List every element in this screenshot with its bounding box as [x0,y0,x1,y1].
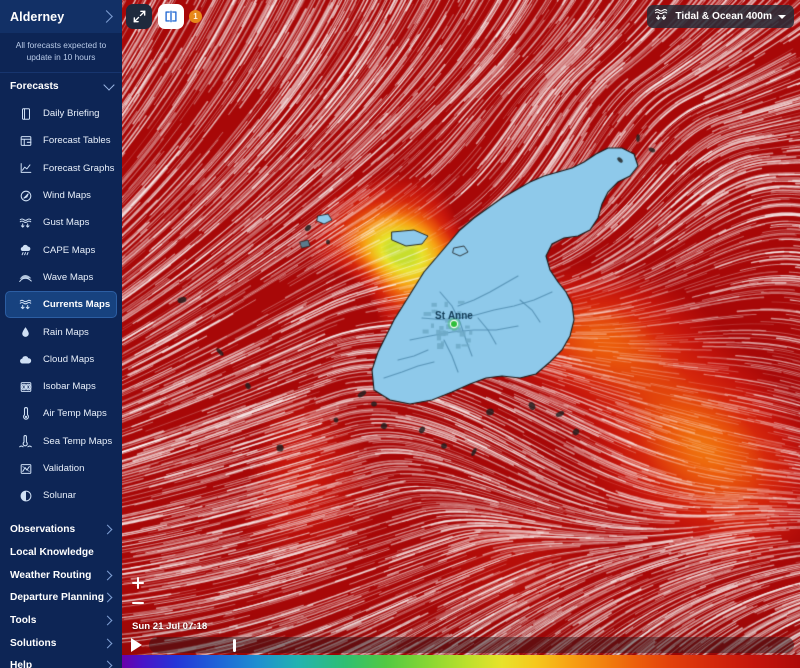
validation-chart-icon [18,461,33,476]
sidebar-item-wave-maps[interactable]: Wave Maps [5,264,117,291]
sidebar-item-label: Currents Maps [43,299,111,311]
thermometer-icon [18,406,33,421]
sidebar-item-forecast-graphs[interactable]: Forecast Graphs [5,155,117,182]
expand-arrows-icon-button[interactable] [126,4,152,29]
currents-icon [654,8,669,26]
sidebar-item-solunar[interactable]: Solunar [5,482,117,509]
play-button[interactable] [131,638,142,652]
sidebar-item-air-temp-maps[interactable]: Air Temp Maps [5,400,117,427]
sidebar-section-solutions[interactable]: Solutions [0,632,122,655]
map-toolbar-right: Tidal & Ocean 400m [647,5,794,28]
layer-selector-label: Tidal & Ocean 400m [675,11,772,22]
current-speed-color-scale [122,655,800,668]
sidebar-item-currents-maps[interactable]: Currents Maps [5,291,117,319]
isobar-icon [18,379,33,394]
sidebar-item-label: Wind Maps [43,190,91,202]
zoom-out-button[interactable] [131,596,145,610]
sidebar-section-weather-routing[interactable]: Weather Routing [0,564,122,587]
chevron-down-icon [778,14,786,19]
sidebar-section-label: Help [10,660,33,668]
weather-app-window: Alderney All forecasts expected to updat… [0,0,800,668]
sidebar-item-label: Solunar [43,490,77,502]
forecast-timestamp: Sun 21 Jul 07:18 [132,621,208,632]
sidebar-forecast-list: Daily Briefing Forecast Tables Forecast Gr… [0,100,122,511]
zoom-in-button[interactable] [131,576,145,590]
sidebar-item-label: Sea Temp Maps [43,435,113,447]
sidebar-item-label: Wave Maps [43,271,94,283]
document-icon [18,106,33,121]
gust-icon [18,215,33,230]
storm-cloud-icon [18,243,33,258]
chevron-right-icon [102,592,113,603]
moon-icon [18,488,33,503]
table-icon [18,133,33,148]
timeline-bar [122,635,800,655]
sidebar-item-isobar-maps[interactable]: Isobar Maps [5,373,117,400]
chevron-right-icon [102,524,113,535]
update-notice: All forecasts expected to update in 10 h… [0,33,122,73]
layer-selector-button[interactable]: Tidal & Ocean 400m [647,5,794,28]
timeline-track[interactable] [149,637,794,653]
sidebar-item-validation[interactable]: Validation [5,455,117,482]
zoom-controls [131,576,145,610]
currents-map[interactable]: 1 Tidal & Ocean 400m Sun 21 Jul 07:18 [122,0,800,668]
sidebar-section-label: Departure Planning [10,592,104,604]
split-view-icon-button[interactable] [158,4,184,29]
sidebar-item-label: Forecast Graphs [43,162,115,174]
cloud-icon [18,352,33,367]
sidebar-item-label: Air Temp Maps [43,408,107,420]
sidebar-section-departure-planning[interactable]: Departure Planning [0,587,122,610]
raindrop-icon [18,325,33,340]
sidebar-section-tools[interactable]: Tools [0,609,122,632]
sidebar-item-label: Isobar Maps [43,381,96,393]
sidebar: Alderney All forecasts expected to updat… [0,0,122,668]
wind-compass-icon [18,188,33,203]
sidebar-item-label: Cloud Maps [43,353,95,365]
chevron-down-icon [103,79,115,91]
sidebar-location-header[interactable]: Alderney [0,0,122,33]
sidebar-item-wind-maps[interactable]: Wind Maps [5,182,117,209]
sidebar-section-label: Forecasts [10,81,59,92]
sidebar-section-label: Local Knowledge [10,546,94,558]
line-chart-icon [18,161,33,176]
sidebar-section-label: Solutions [10,637,57,649]
sidebar-item-label: Gust Maps [43,217,90,229]
timeline-handle[interactable] [232,638,236,652]
currents-icon [18,297,33,312]
sidebar-item-label: Forecast Tables [43,135,111,147]
sidebar-section-observations[interactable]: Observations [0,518,122,541]
chevron-right-icon [102,660,113,668]
sidebar-item-cape-maps[interactable]: CAPE Maps [5,236,117,263]
sidebar-section-help[interactable]: Help [0,655,122,668]
sidebar-item-label: CAPE Maps [43,244,96,256]
sidebar-item-label: Validation [43,463,85,474]
chevron-right-icon [102,570,113,581]
sidebar-item-gust-maps[interactable]: Gust Maps [5,209,117,236]
chevron-right-icon [100,10,113,23]
sidebar-item-daily-briefing[interactable]: Daily Briefing [5,100,117,127]
sidebar-section-forecasts[interactable]: Forecasts [0,73,122,100]
page-title: Alderney [10,9,65,24]
chevron-right-icon [102,615,113,626]
sea-thermometer-icon [18,434,33,449]
sidebar-bottom-sections: Observations Local Knowledge Weather Routi… [0,518,122,668]
sidebar-item-sea-temp-maps[interactable]: Sea Temp Maps [5,428,117,455]
sidebar-section-label: Observations [10,524,76,536]
sidebar-section-label: Tools [10,615,37,627]
sidebar-item-cloud-maps[interactable]: Cloud Maps [5,346,117,373]
sidebar-section-label: Weather Routing [10,569,92,581]
sidebar-item-label: Daily Briefing [43,108,100,120]
sidebar-item-forecast-tables[interactable]: Forecast Tables [5,127,117,154]
notification-badge[interactable]: 1 [189,10,202,23]
sidebar-item-label: Rain Maps [43,326,89,338]
chevron-right-icon [102,638,113,649]
sidebar-item-rain-maps[interactable]: Rain Maps [5,318,117,345]
map-toolbar-left: 1 [126,4,202,29]
sidebar-section-local-knowledge[interactable]: Local Knowledge [0,541,122,564]
wave-icon [18,270,33,285]
map-current-field-canvas[interactable] [122,0,800,668]
